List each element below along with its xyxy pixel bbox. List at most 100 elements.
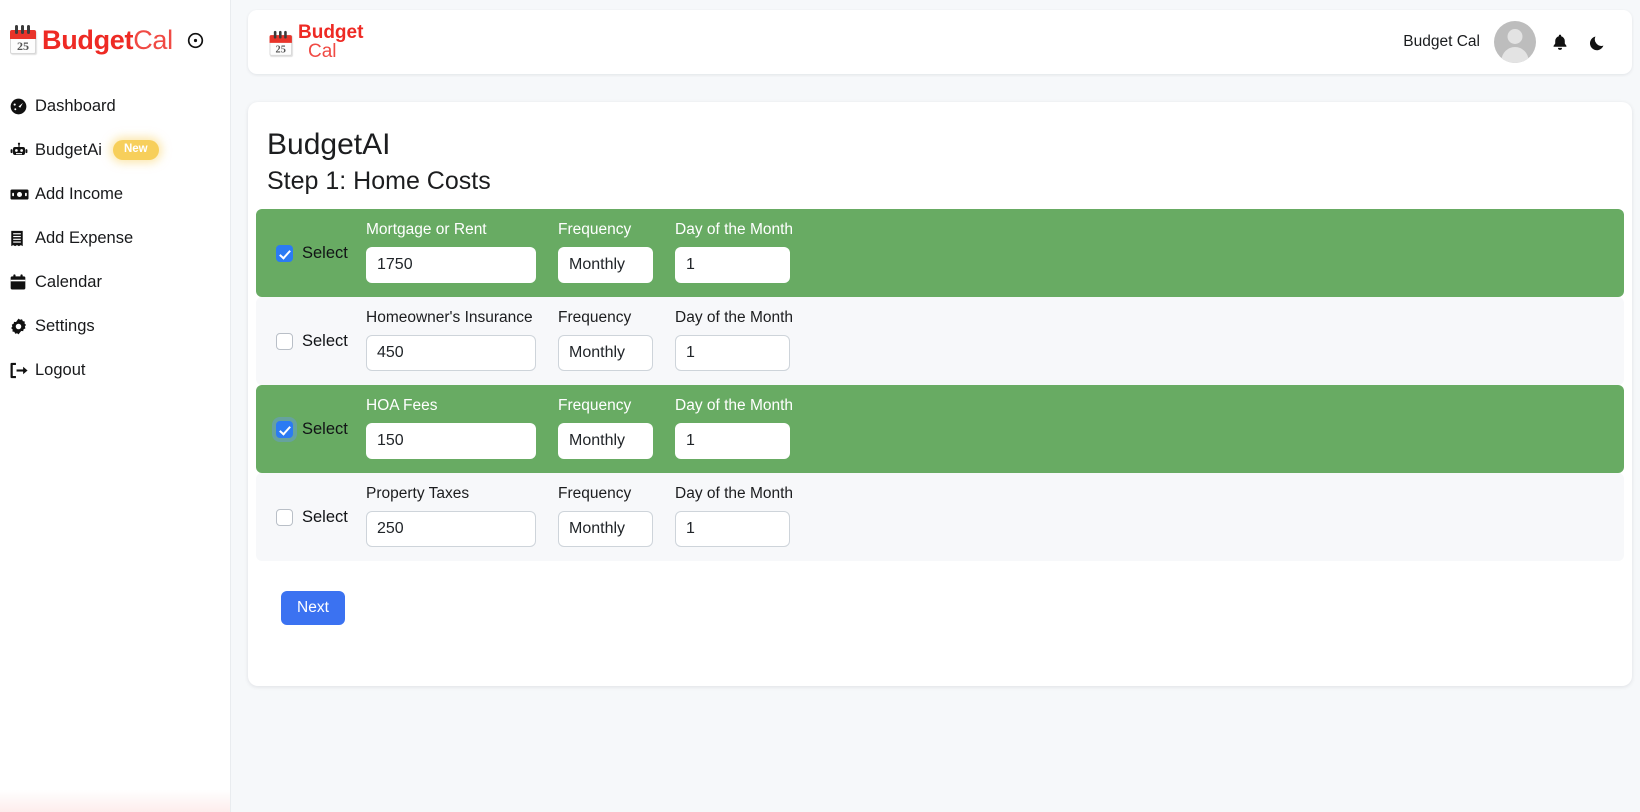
sidebar-item-label: Add Income <box>35 184 124 203</box>
frequency-input-field: Frequency <box>558 485 653 547</box>
expense-name-label: HOA Fees <box>366 396 438 414</box>
topbar-brand-bold: Budget <box>298 22 364 43</box>
brand-light-text: Cal <box>133 24 173 55</box>
expense-rows: Select Mortgage or Rent Frequency Day of th… <box>248 208 1632 561</box>
amount-input-field: Homeowner's Insurance <box>366 309 536 371</box>
frequency-label: Frequency <box>558 308 632 326</box>
topbar-logo[interactable]: 25 Budget Cal <box>264 23 363 62</box>
day-input[interactable] <box>675 334 790 371</box>
username-label: Budget Cal <box>1403 33 1480 50</box>
select-label: Select <box>302 507 348 526</box>
calendar-logo-day: 25 <box>275 42 286 55</box>
day-input-field: Day of the Month <box>675 485 793 547</box>
day-of-month-label: Day of the Month <box>675 220 794 238</box>
topbar-right: Budget Cal <box>1403 21 1612 63</box>
frequency-label: Frequency <box>558 396 632 414</box>
sidebar-item-add-income[interactable]: Add Income <box>0 172 230 216</box>
amount-input[interactable] <box>366 246 536 283</box>
circle-dot-icon[interactable] <box>186 31 205 50</box>
select-checkbox[interactable] <box>276 332 293 350</box>
frequency-input-field: Frequency <box>558 397 653 459</box>
calendar-icon <box>10 273 32 291</box>
calendar-logo-icon: 25 <box>266 29 292 56</box>
sidebar-item-calendar[interactable]: Calendar <box>0 260 230 304</box>
sidebar-item-label: Dashboard <box>35 96 116 115</box>
avatar[interactable] <box>1494 21 1536 63</box>
day-of-month-label: Day of the Month <box>675 396 794 414</box>
expense-row[interactable]: Select HOA Fees Frequency Day of the Month <box>256 384 1624 473</box>
frequency-input-field: Frequency <box>558 221 653 283</box>
select-cell[interactable]: Select <box>256 397 366 439</box>
content-area: 25 Budget Cal Budget Cal BudgetAI Step 1:… <box>231 0 1640 812</box>
sidebar-item-dashboard[interactable]: Dashboard <box>0 84 230 128</box>
day-input-field: Day of the Month <box>675 221 793 283</box>
page-title: BudgetAI <box>267 128 391 161</box>
calendar-logo-day: 25 <box>17 39 29 53</box>
moon-icon[interactable] <box>1584 28 1612 56</box>
amount-input[interactable] <box>366 334 536 371</box>
amount-input[interactable] <box>366 422 536 459</box>
sidebar-item-logout[interactable]: Logout <box>0 348 230 392</box>
robot-icon <box>10 142 32 159</box>
budgetai-card: BudgetAI Step 1: Home Costs Select Mortga… <box>248 102 1632 686</box>
gauge-icon <box>10 98 32 115</box>
topbar: 25 Budget Cal Budget Cal <box>248 10 1632 74</box>
sidebar-bottom-strip <box>0 790 230 812</box>
expense-name-label: Mortgage or Rent <box>366 220 487 238</box>
calendar-logo-icon: 25 <box>6 23 40 57</box>
select-checkbox[interactable] <box>276 244 293 262</box>
frequency-input[interactable] <box>558 422 653 459</box>
logout-icon <box>10 362 32 379</box>
frequency-input[interactable] <box>558 510 653 547</box>
select-checkbox[interactable] <box>276 508 293 526</box>
expense-row[interactable]: Select Property Taxes Frequency Day of the … <box>256 472 1624 561</box>
next-button[interactable]: Next <box>281 590 345 626</box>
sidebar-item-label: BudgetAi <box>35 140 102 159</box>
amount-input-field: Mortgage or Rent <box>366 221 536 283</box>
select-checkbox[interactable] <box>276 420 293 438</box>
sidebar-brand[interactable]: 25 BudgetCal <box>0 0 230 62</box>
day-of-month-label: Day of the Month <box>675 308 794 326</box>
day-input[interactable] <box>675 422 790 459</box>
topbar-wordmark: Budget Cal <box>298 23 363 62</box>
sidebar: 25 BudgetCal Dashboard BudgetAi New Add … <box>0 0 231 812</box>
frequency-input[interactable] <box>558 246 653 283</box>
day-input-field: Day of the Month <box>675 309 793 371</box>
sidebar-item-label: Logout <box>35 360 86 379</box>
expense-name-label: Homeowner's Insurance <box>366 308 533 326</box>
gear-icon <box>10 318 32 335</box>
sidebar-item-add-expense[interactable]: Add Expense <box>0 216 230 260</box>
amount-input-field: HOA Fees <box>366 397 536 459</box>
bell-icon[interactable] <box>1546 28 1574 56</box>
frequency-input[interactable] <box>558 334 653 371</box>
sidebar-item-label: Calendar <box>35 272 102 291</box>
next-button-wrap: Next <box>248 561 1632 626</box>
page-subtitle: Step 1: Home Costs <box>267 166 491 195</box>
topbar-brand-light: Cal <box>308 41 337 62</box>
day-of-month-label: Day of the Month <box>675 484 794 502</box>
select-label: Select <box>302 331 348 350</box>
frequency-label: Frequency <box>558 220 632 238</box>
frequency-input-field: Frequency <box>558 309 653 371</box>
day-input[interactable] <box>675 510 790 547</box>
amount-input[interactable] <box>366 510 536 547</box>
sidebar-item-budgetai[interactable]: BudgetAi New <box>0 128 230 172</box>
brand-wordmark: BudgetCal <box>42 25 173 56</box>
select-cell[interactable]: Select <box>256 309 366 351</box>
select-cell[interactable]: Select <box>256 485 366 527</box>
sidebar-item-label: Add Expense <box>35 228 134 247</box>
expense-row[interactable]: Select Mortgage or Rent Frequency Day of th… <box>256 208 1624 297</box>
sidebar-item-label: Settings <box>35 316 95 335</box>
amount-input-field: Property Taxes <box>366 485 536 547</box>
select-cell[interactable]: Select <box>256 221 366 263</box>
sidebar-nav: Dashboard BudgetAi New Add Income Add Ex… <box>0 84 230 392</box>
money-bill-icon <box>10 186 32 203</box>
expense-name-label: Property Taxes <box>366 484 470 502</box>
sidebar-item-settings[interactable]: Settings <box>0 304 230 348</box>
new-badge: New <box>112 139 159 161</box>
expense-row[interactable]: Select Homeowner's Insurance Frequency Day … <box>256 296 1624 385</box>
receipt-icon <box>10 230 32 247</box>
day-input[interactable] <box>675 246 790 283</box>
select-label: Select <box>302 419 348 438</box>
day-input-field: Day of the Month <box>675 397 793 459</box>
